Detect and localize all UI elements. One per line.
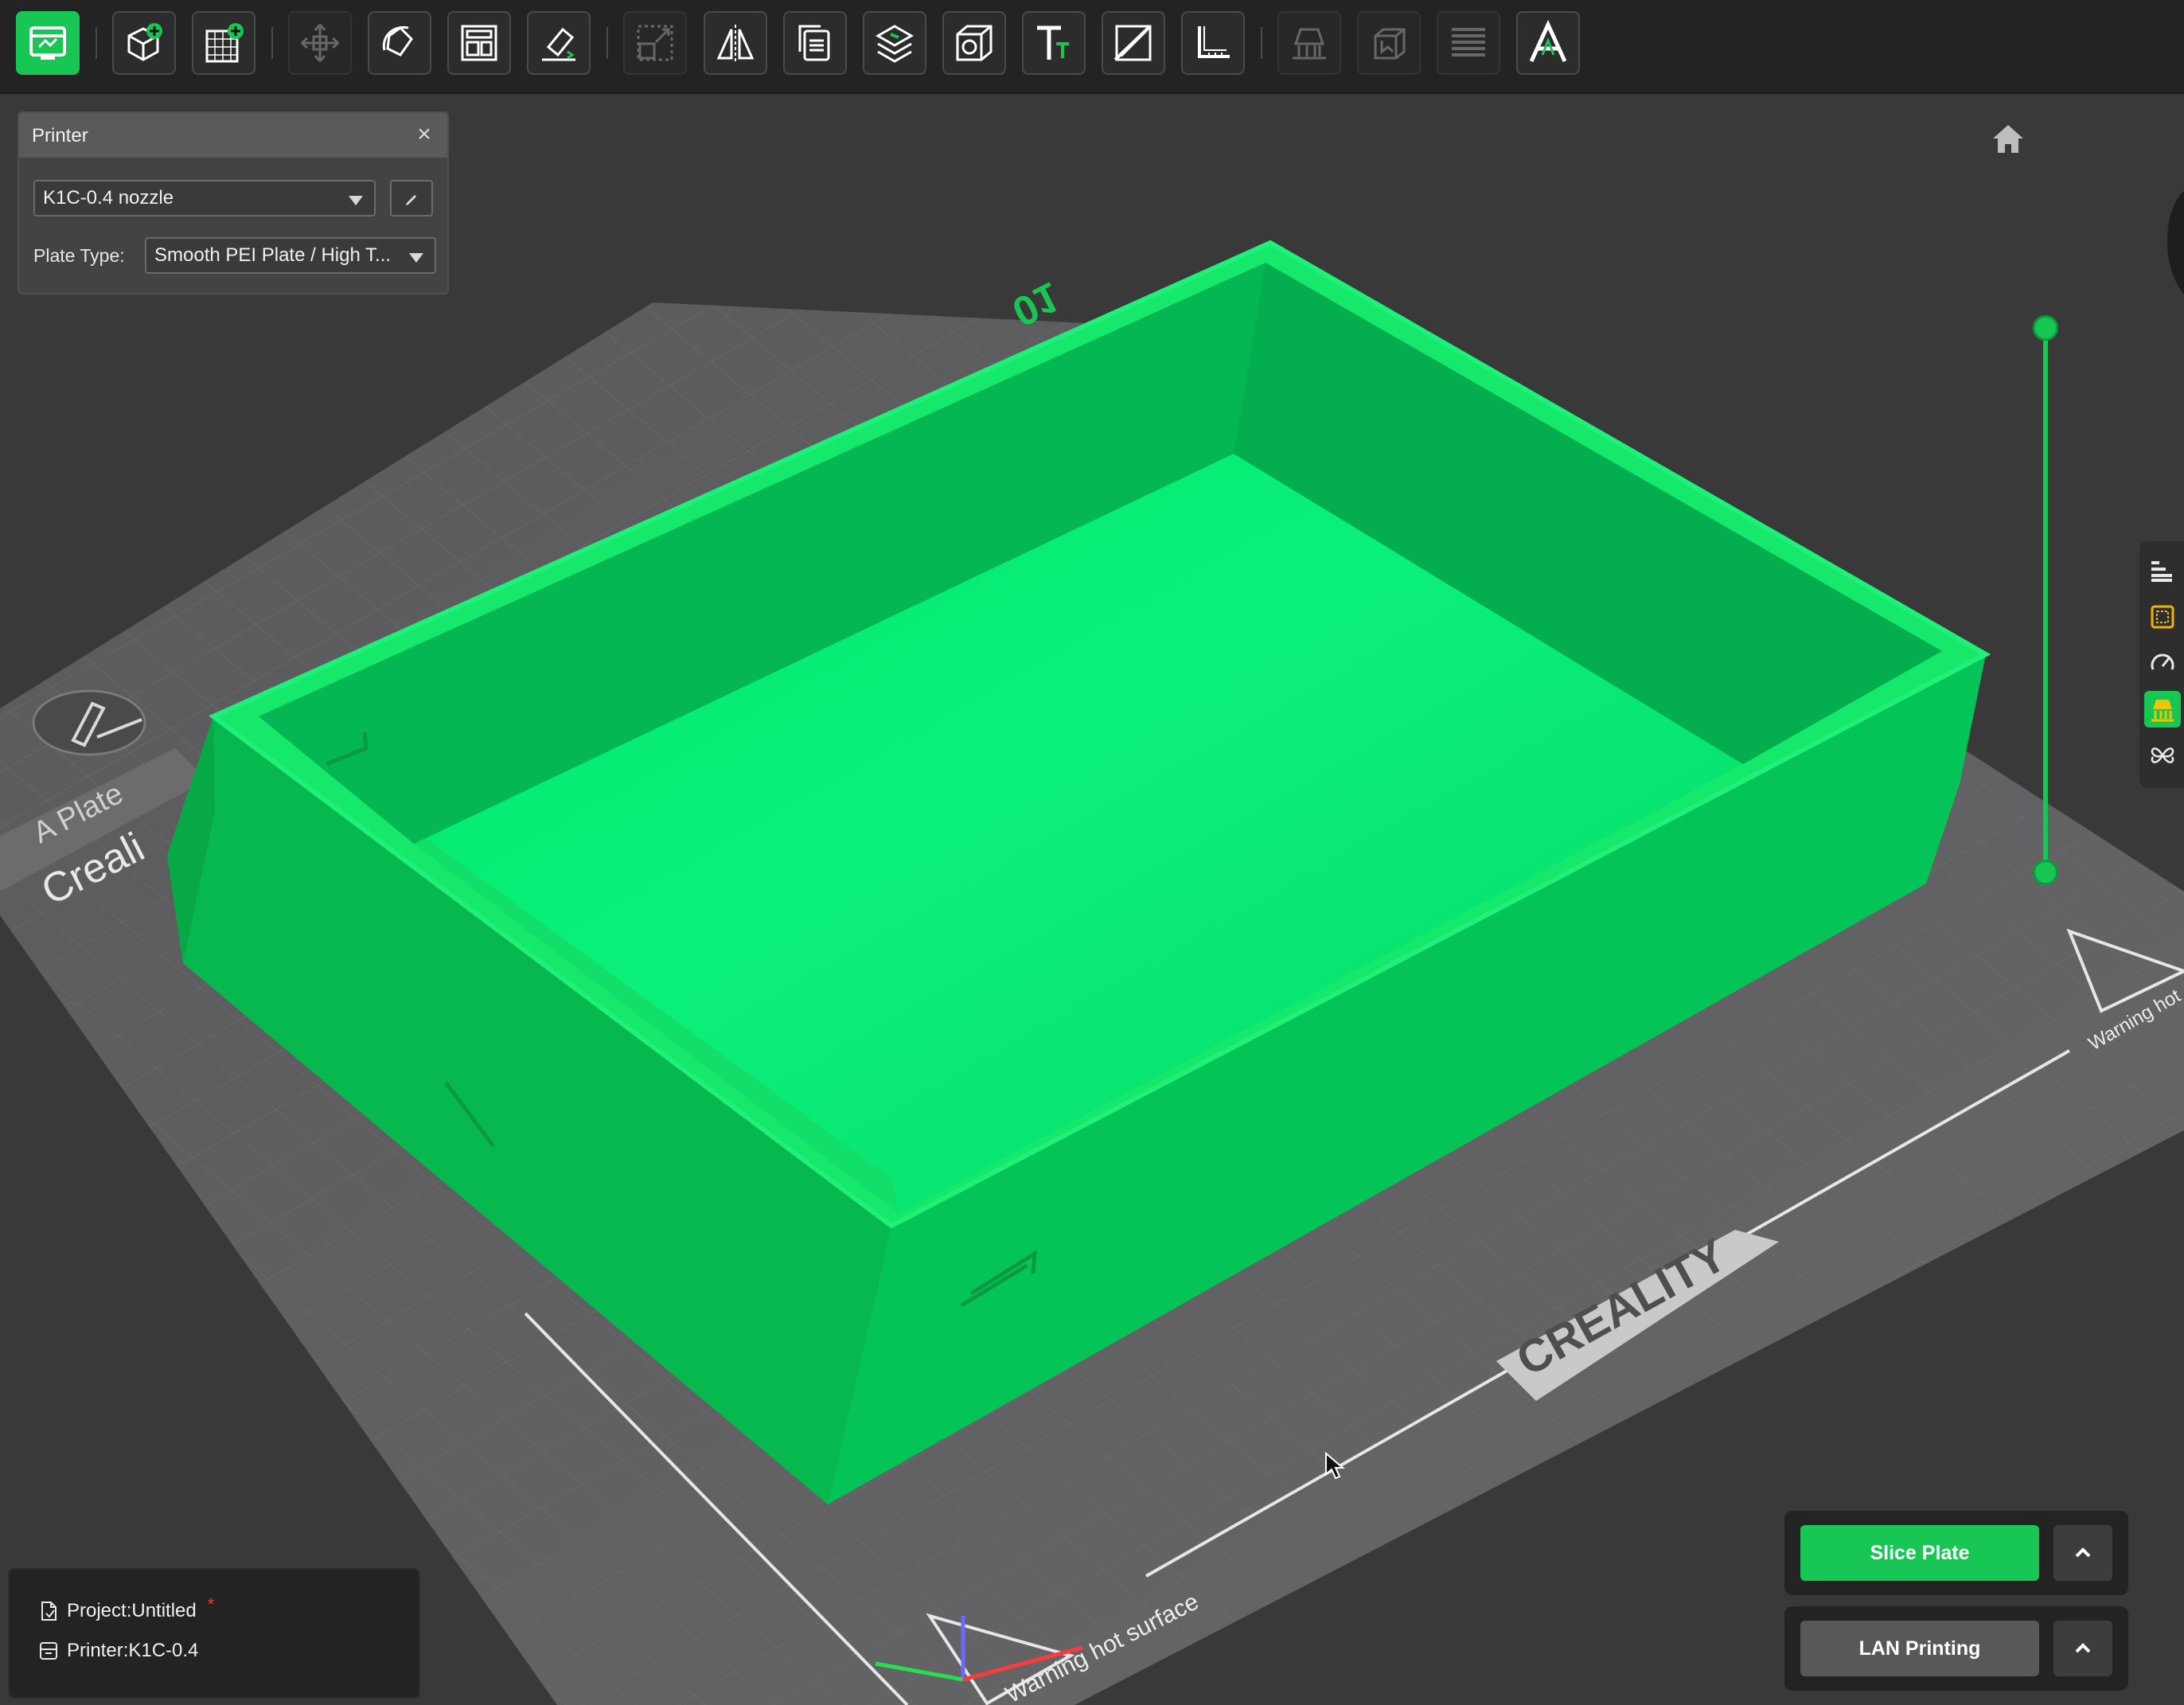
printer-row: Printer:K1C-0.4 [38,1640,198,1662]
chevron-up-icon [2075,1643,2091,1653]
speed-icon [2151,654,2174,670]
arrange-icon [461,25,497,61]
file-icon [41,1602,57,1621]
mirror-icon [716,25,755,61]
lay-on-face-icon [542,27,575,61]
cut-icon [1113,25,1152,61]
text-button[interactable] [1022,11,1086,75]
layer-slider-top-handle[interactable] [2033,315,2058,341]
printer-icon [40,1642,57,1660]
print-box: LAN Printing [1784,1606,2128,1691]
seam-paint-button[interactable] [1357,11,1421,75]
emboss-text-icon [1529,20,1567,63]
assembly-icon [2151,747,2174,763]
lay-on-face-button[interactable] [527,11,591,75]
monitor-icon [29,26,66,60]
cube-add-icon [127,23,162,61]
plate-add-icon [205,23,244,63]
edit-printer-button[interactable] [390,180,433,217]
assembly-button[interactable] [2144,737,2181,774]
home-icon[interactable] [1988,119,2028,159]
layer-slider-bottom-handle[interactable] [2033,860,2058,885]
object-list-button[interactable] [2144,552,2181,589]
copy-button[interactable] [783,11,847,75]
move-icon [301,24,339,62]
rotate-button[interactable] [368,11,431,75]
modified-indicator: * [207,1594,215,1614]
printer-panel-header: Printer × [19,113,447,158]
scale-button[interactable] [623,11,687,75]
project-info: Project:Untitled * Printer:K1C-0.4 [8,1568,420,1699]
speed-button[interactable] [2144,645,2181,681]
slice-plate-button[interactable]: Slice Plate [1800,1525,2039,1581]
copy-icon [798,25,830,61]
mouse-cursor-icon [1325,1452,1345,1480]
plate-settings-button[interactable] [2144,599,2181,635]
prepare-view-button[interactable] [16,11,80,75]
text-icon [1037,25,1069,60]
main-toolbar [0,0,2184,94]
project-name: Project:Untitled [67,1600,197,1621]
mirror-button[interactable] [704,11,767,75]
support-paint-button[interactable] [1277,11,1341,75]
cut-button[interactable] [1102,11,1165,75]
pencil-icon [406,195,416,205]
layers-icon [1452,28,1485,57]
support-button[interactable] [2144,691,2181,728]
slice-box: Slice Plate [1784,1511,2128,1595]
plate-type-value: Smooth PEI Plate / High T... [154,244,392,266]
chevron-down-icon [409,253,423,263]
seam-paint-icon [1374,28,1406,60]
printer-panel-title: Printer [32,125,88,146]
split-icon [875,25,915,63]
chevron-down-icon [349,196,363,205]
printer-name: Printer:K1C-0.4 [67,1640,199,1661]
object-list-icon [2151,561,2172,582]
plate-settings-icon [2151,605,2174,629]
text-emboss-button[interactable] [1516,11,1580,75]
printer-select[interactable]: K1C-0.4 nozzle [33,180,376,217]
project-row: Project:Untitled * [38,1594,214,1622]
scale-icon [637,25,673,61]
close-icon[interactable]: × [412,121,436,147]
edit-plate-icon[interactable] [32,689,146,756]
slice-options-button[interactable] [2053,1525,2112,1581]
layers-button[interactable] [1437,11,1500,75]
split-button[interactable] [863,11,926,75]
measure-button[interactable] [1181,11,1245,75]
add-plate-button[interactable] [192,11,255,75]
arrange-button[interactable] [447,11,511,75]
action-area: Slice Plate LAN Printing [1784,1511,2128,1694]
add-model-button[interactable] [112,11,176,75]
printer-panel: Printer × K1C-0.4 nozzle Plate Type: Smo… [18,111,449,295]
chevron-up-icon [2075,1547,2091,1558]
hollow-button[interactable] [942,11,1006,75]
printer-select-value: K1C-0.4 nozzle [43,187,174,209]
ruler-icon [1198,26,1230,58]
layer-slider-track[interactable] [2043,328,2048,872]
lan-printing-button[interactable]: LAN Printing [1800,1621,2039,1676]
side-panel [2139,541,2184,788]
move-button[interactable] [288,11,352,75]
support-icon [2151,700,2174,722]
rotate-icon [382,25,413,57]
support-paint-icon [1293,28,1326,60]
print-options-button[interactable] [2053,1621,2112,1676]
hollow-icon [956,25,993,61]
plate-type-select[interactable]: Smooth PEI Plate / High T... [145,237,436,274]
plate-type-label: Plate Type: [33,245,125,266]
